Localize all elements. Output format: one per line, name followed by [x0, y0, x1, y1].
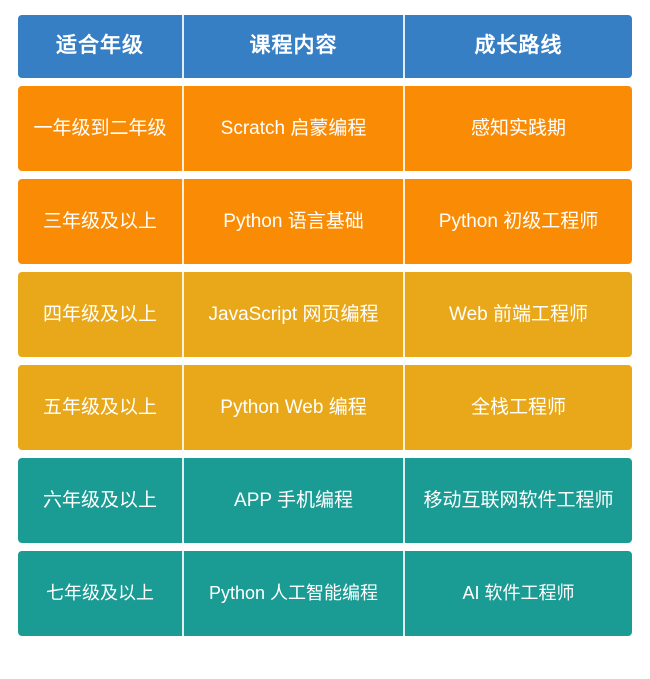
cell-grade: 七年级及以上: [46, 583, 154, 604]
column-header-grade: 适合年级: [56, 34, 144, 58]
cell-path: 全栈工程师: [403, 365, 632, 450]
cell-path: 移动互联网软件工程师: [403, 458, 632, 543]
table-row: 六年级及以上 APP 手机编程 移动互联网软件工程师: [18, 458, 632, 543]
cell-course: JavaScript 网页编程: [182, 272, 403, 357]
cell-path: Web 前端工程师: [403, 272, 632, 357]
table-row: 四年级及以上 JavaScript 网页编程 Web 前端工程师: [18, 272, 632, 357]
column-header-course: 课程内容: [182, 15, 403, 78]
cell-grade: 一年级到二年级: [33, 117, 167, 139]
table-row: 七年级及以上 Python 人工智能编程 AI 软件工程师: [18, 551, 632, 636]
cell-path: Python 初级工程师: [403, 179, 632, 264]
cell-grade: 三年级及以上: [42, 210, 157, 232]
table-header-row: 适合年级 课程内容 成长路线: [18, 15, 632, 78]
table-row: 五年级及以上 Python Web 编程 全栈工程师: [18, 365, 632, 450]
cell-grade: 五年级及以上: [42, 396, 157, 418]
cell-course: Python Web 编程: [182, 365, 403, 450]
cell-course: Python 人工智能编程: [182, 551, 403, 636]
table-row: 三年级及以上 Python 语言基础 Python 初级工程师: [18, 179, 632, 264]
cell-path: 感知实践期: [403, 86, 632, 171]
cell-grade: 四年级及以上: [42, 303, 157, 325]
cell-path: AI 软件工程师: [403, 551, 632, 636]
cell-grade: 六年级及以上: [42, 489, 157, 511]
cell-course: Scratch 启蒙编程: [182, 86, 403, 171]
curriculum-table: 适合年级 课程内容 成长路线 一年级到二年级 Scratch 启蒙编程 感知实践…: [18, 15, 632, 636]
cell-course: APP 手机编程: [182, 458, 403, 543]
table-row: 一年级到二年级 Scratch 启蒙编程 感知实践期: [18, 86, 632, 171]
cell-course: Python 语言基础: [182, 179, 403, 264]
column-header-path: 成长路线: [403, 15, 632, 78]
